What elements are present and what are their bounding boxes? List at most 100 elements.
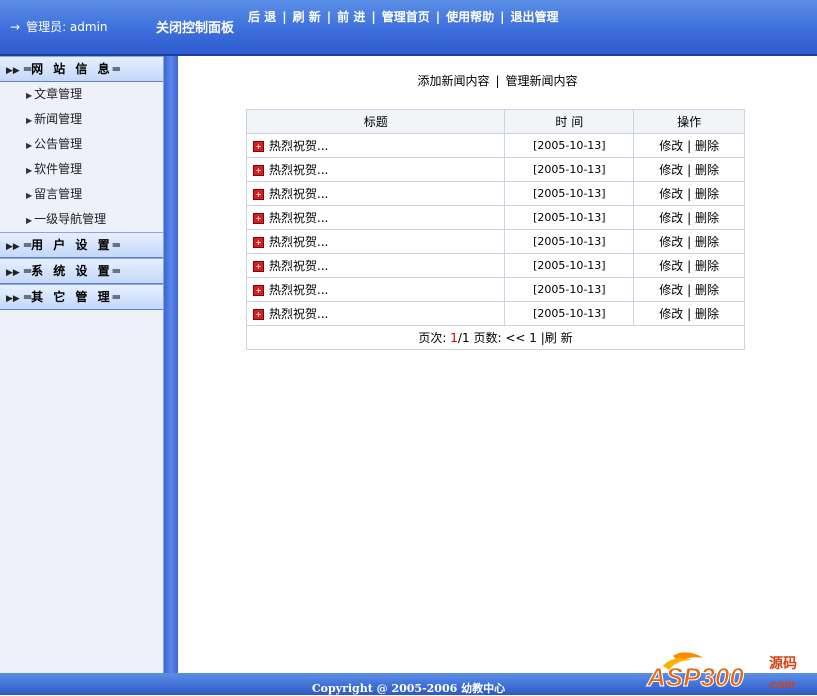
pager-prev-button[interactable]: << [505,331,525,345]
help-link[interactable]: 使用帮助 [446,10,494,24]
news-title-link[interactable]: 热烈祝贺... [269,283,328,297]
sidebar-section-other[interactable]: ▶▶ ═其 它 管 理═ [0,284,163,310]
table-row: + 热烈祝贺... [2005-10-13] 修改 | 删除 [245,277,745,302]
delete-link[interactable]: 删除 [695,307,719,321]
news-bullet-icon: + [253,141,264,152]
sidebar-item-news[interactable]: ▶ 新闻管理 [0,107,163,132]
header-actions: 操作 [633,109,745,134]
close-panel-button[interactable]: 关闭控制面板 [156,17,234,36]
table-row: + 热烈祝贺... [2005-10-13] 修改 | 删除 [245,133,745,158]
actions-separator: | [495,74,500,88]
triangle-icon: ▶ [26,116,33,125]
edit-link[interactable]: 修改 [659,187,683,201]
delete-link[interactable]: 删除 [695,259,719,273]
header-title: 标题 [245,109,506,134]
delete-link[interactable]: 删除 [695,139,719,153]
ops-separator: | [687,283,692,297]
ops-separator: | [687,259,692,273]
edit-link[interactable]: 修改 [659,163,683,177]
edit-link[interactable]: 修改 [659,235,683,249]
news-title-link[interactable]: 热烈祝贺... [269,163,328,177]
pager: 页次: 1/1 页数: << 1 |刷 新 [246,325,745,350]
forward-button[interactable]: 前 进 [337,10,365,24]
news-bullet-icon: + [253,213,264,224]
pager-current-page: 1 [450,331,458,345]
sidebar-item-articles[interactable]: ▶ 文章管理 [0,82,163,107]
edit-link[interactable]: 修改 [659,211,683,225]
back-button[interactable]: 后 退 [248,10,276,24]
news-date: [2005-10-13] [504,157,635,182]
news-date: [2005-10-13] [504,181,635,206]
main-content: 添加新闻内容 | 管理新闻内容 标题 时 间 操作 + 热烈祝贺... [2005-1… [178,56,817,673]
news-table: 标题 时 间 操作 + 热烈祝贺... [2005-10-13] 修改 | 删除 … [245,109,745,350]
pager-page-link[interactable]: 1 [529,331,537,345]
triangle-icon: ▶ [26,141,33,150]
edit-link[interactable]: 修改 [659,139,683,153]
sidebar-section-user-settings[interactable]: ▶▶ ═用 户 设 置═ [0,232,163,258]
section-label: 其 它 管 理 [31,290,113,304]
edit-link[interactable]: 修改 [659,307,683,321]
header-time: 时 间 [504,109,635,134]
sidebar-item-label: 留言管理 [34,187,83,201]
top-bar: → 管理员: admin 关闭控制面板 后 退 | 刷 新 | 前 进 | 管理首页 | 使用帮助… [0,0,817,56]
admin-indicator: → 管理员: admin [10,18,108,35]
watermark-tag: 源码 [769,655,797,672]
news-date: [2005-10-13] [504,253,635,278]
dash-icon: ═ [112,264,120,278]
delete-link[interactable]: 删除 [695,163,719,177]
logout-link[interactable]: 退出管理 [511,10,559,24]
edit-link[interactable]: 修改 [659,283,683,297]
manage-news-link[interactable]: 管理新闻内容 [506,74,578,88]
admin-home-link[interactable]: 管理首页 [382,10,430,24]
ops-separator: | [687,163,692,177]
dash-icon: ═ [112,62,120,76]
admin-label: 管理员: admin [26,20,108,34]
sidebar-item-announcements[interactable]: ▶ 公告管理 [0,132,163,157]
pager-row: 页次: 1/1 页数: << 1 |刷 新 [246,325,745,350]
ops-separator: | [687,139,692,153]
ops-separator: | [687,307,692,321]
sidebar-item-guestbook[interactable]: ▶ 留言管理 [0,182,163,207]
sidebar-item-label: 公告管理 [34,137,83,151]
pager-refresh-button[interactable]: |刷 新 [541,331,573,345]
table-row: + 热烈祝贺... [2005-10-13] 修改 | 删除 [245,301,745,326]
asp300-watermark-logo: ASP300 .com 源码 [646,652,797,692]
news-title-link[interactable]: 热烈祝贺... [269,187,328,201]
sidebar-item-primary-nav[interactable]: ▶ 一级导航管理 [0,207,163,232]
sidebar-section-system-settings[interactable]: ▶▶ ═系 统 设 置═ [0,258,163,284]
news-title-link[interactable]: 热烈祝贺... [269,307,328,321]
expand-triangle-icon: ▶▶ [6,242,20,252]
delete-link[interactable]: 删除 [695,211,719,225]
news-date: [2005-10-13] [504,133,635,158]
news-bullet-icon: + [253,189,264,200]
delete-link[interactable]: 删除 [695,187,719,201]
sidebar-item-software[interactable]: ▶ 软件管理 [0,157,163,182]
sidebar-item-label: 一级导航管理 [34,212,107,226]
expand-triangle-icon: ▶▶ [6,66,20,76]
pager-pages-label: 页数: [473,331,502,345]
pager-page-label: 页次: [418,331,447,345]
news-title-link[interactable]: 热烈祝贺... [269,259,328,273]
news-title-link[interactable]: 热烈祝贺... [269,211,328,225]
news-date: [2005-10-13] [504,205,635,230]
dash-icon: ═ [23,264,32,278]
sidebar-item-label: 文章管理 [34,87,83,101]
edit-link[interactable]: 修改 [659,259,683,273]
table-row: + 热烈祝贺... [2005-10-13] 修改 | 删除 [245,157,745,182]
delete-link[interactable]: 删除 [695,283,719,297]
frame-divider[interactable] [164,56,178,673]
dash-icon: ═ [23,290,32,304]
news-date: [2005-10-13] [504,229,635,254]
arrow-icon: → [10,20,21,34]
delete-link[interactable]: 删除 [695,235,719,249]
refresh-button[interactable]: 刷 新 [293,10,321,24]
watermark-brand: ASP300 [646,662,744,692]
sidebar-section-site-info[interactable]: ▶▶ ═网 站 信 息═ [0,56,163,82]
table-row: + 热烈祝贺... [2005-10-13] 修改 | 删除 [245,181,745,206]
dash-icon: ═ [23,238,32,252]
news-title-link[interactable]: 热烈祝贺... [269,139,328,153]
sidebar: ▶▶ ═网 站 信 息═ ▶ 文章管理 ▶ 新闻管理 ▶ 公告管理 ▶ 软件管理 ▶ 留言管… [0,56,164,673]
add-news-link[interactable]: 添加新闻内容 [417,74,489,88]
news-title-link[interactable]: 热烈祝贺... [269,235,328,249]
dash-icon: ═ [112,290,120,304]
